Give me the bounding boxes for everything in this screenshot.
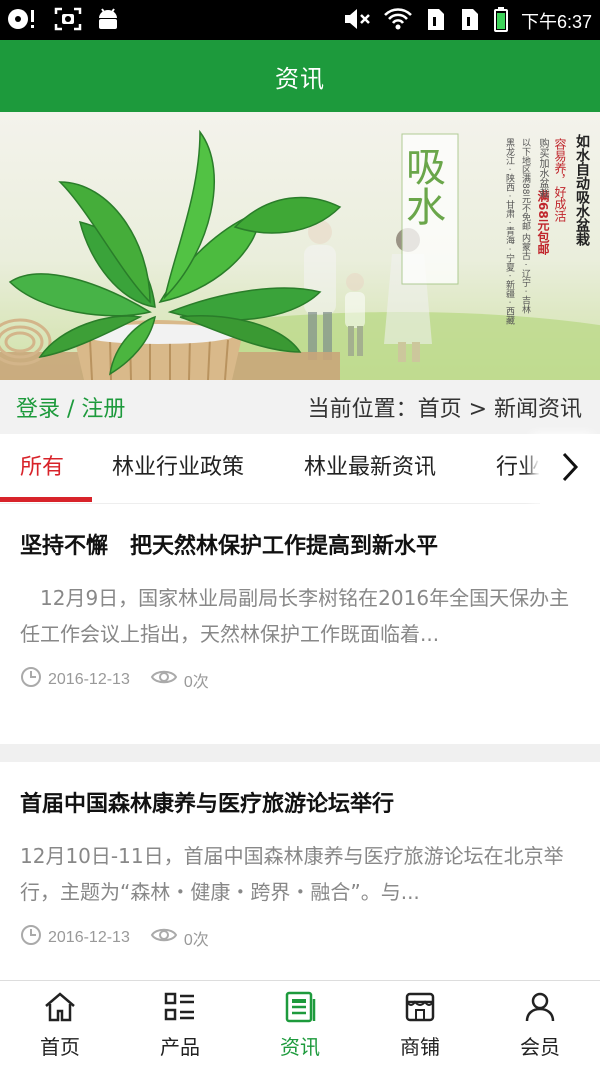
banner-promo: 满68元包邮 [536, 190, 550, 255]
eye-icon [150, 925, 178, 950]
app-header: 资讯 [0, 40, 600, 112]
news-date: 2016-12-13 [48, 670, 130, 688]
nav-shops[interactable]: 商铺 [360, 981, 480, 1067]
banner-big-chars: 吸水 [399, 146, 445, 226]
eye-icon [150, 667, 178, 692]
media-record-icon [6, 6, 40, 36]
clock-icon [20, 666, 42, 693]
tab-forestry-policy[interactable]: 林业行业政策 [112, 434, 244, 504]
screenshot-icon [54, 6, 82, 36]
sim1-icon [425, 6, 447, 36]
news-views: 0次 [183, 673, 209, 691]
chevron-right-icon [559, 450, 581, 488]
promo-banner[interactable]: 吸水 如水自动吸水盆栽 容易养，好成活 满68元包邮 购买加水盆栽 以下地区满8… [0, 112, 600, 380]
news-title[interactable]: 坚持不懈 把天然林保护工作提高到新水平 [20, 528, 580, 560]
category-tabs: 所有 林业行业政策 林业最新资讯 行业 [0, 434, 600, 504]
news-icon [283, 991, 317, 1027]
home-icon [43, 991, 77, 1027]
grid-list-icon [163, 991, 197, 1027]
banner-tagline: 容易养，好成活 [553, 138, 567, 222]
user-icon [523, 991, 557, 1027]
breadcrumb-bar: 登录 / 注册 当前位置：首页 > 新闻资讯 [0, 380, 600, 434]
tab-forestry-news[interactable]: 林业最新资讯 [304, 434, 436, 504]
bottom-navigation: 首页 产品 资讯 商铺 会员 [0, 980, 600, 1067]
news-title[interactable]: 首届中国森林康养与医疗旅游论坛举行 [20, 786, 580, 818]
news-summary: 12月10日-11日，首届中国森林康养与医疗旅游论坛在北京举行，主题为“森林・健… [20, 844, 564, 904]
wifi-icon [383, 6, 413, 36]
news-views: 0次 [183, 931, 209, 949]
news-item[interactable]: 首届中国森林康养与医疗旅游论坛举行 12月10日-11日，首届中国森林康养与医疗… [0, 762, 600, 980]
nav-label: 资讯 [280, 1035, 320, 1059]
news-meta: 2016-12-13 0次 [20, 666, 580, 693]
login-register-link[interactable]: 登录 / 注册 [16, 391, 125, 423]
status-time: 下午6:37 [520, 12, 592, 32]
status-bar: 下午6:37 [0, 0, 600, 40]
sim2-icon [459, 6, 481, 36]
shop-icon [403, 991, 437, 1027]
list-divider [0, 744, 600, 762]
banner-region-note-2: 以下地区满88元不免邮 内蒙古 · 辽宁 · 吉林 [520, 138, 530, 314]
active-tab-indicator [0, 497, 92, 502]
nav-news[interactable]: 资讯 [240, 981, 360, 1067]
banner-shipping-note: 购买加水盆栽 [537, 138, 548, 198]
news-date: 2016-12-13 [48, 928, 130, 946]
nav-label: 首页 [40, 1035, 80, 1059]
news-meta: 2016-12-13 0次 [20, 924, 580, 951]
nav-member[interactable]: 会员 [480, 981, 600, 1067]
news-item[interactable]: 坚持不懈 把天然林保护工作提高到新水平 12月9日，国家林业局副局长李树铭在20… [0, 504, 600, 744]
battery-icon [493, 6, 509, 36]
tabs-scroll-right-button[interactable] [540, 434, 600, 504]
clock-icon [20, 924, 42, 951]
mute-icon [343, 6, 371, 36]
news-summary: 12月9日，国家林业局副局长李树铭在2016年全国天保办主任工作会议上指出，天然… [20, 586, 570, 646]
android-icon [96, 6, 120, 36]
page-title: 资讯 [275, 64, 325, 93]
banner-region-note-1: 黑龙江 · 陕西 · 甘肃 · 青海 · 宁夏 · 新疆 · 西藏 [504, 138, 514, 325]
nav-label: 商铺 [400, 1035, 440, 1059]
nav-label: 会员 [520, 1035, 560, 1059]
nav-home[interactable]: 首页 [0, 981, 120, 1067]
nav-label: 产品 [160, 1035, 200, 1059]
banner-headline: 如水自动吸水盆栽 [574, 134, 590, 246]
tab-industry[interactable]: 行业 [496, 434, 540, 504]
breadcrumb: 当前位置：首页 > 新闻资讯 [307, 397, 582, 422]
tab-all[interactable]: 所有 [20, 434, 64, 504]
nav-products[interactable]: 产品 [120, 981, 240, 1067]
